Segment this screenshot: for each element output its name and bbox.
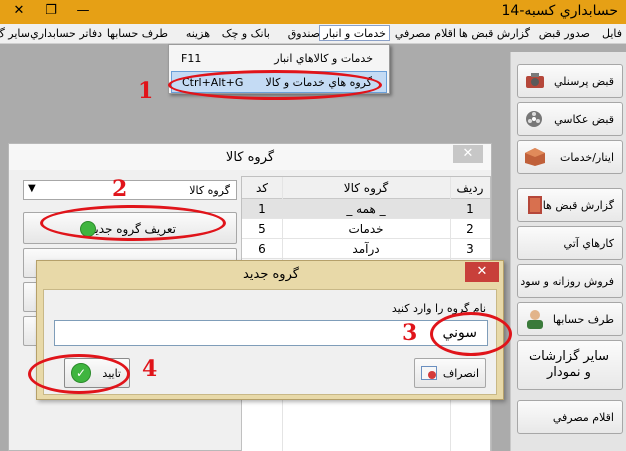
close-icon[interactable]: ✕ [453,145,483,163]
title-bar: حسابداري كسبه-14 ✕ ❐ — [0,0,626,24]
box-icon [525,148,545,166]
annotation-3: 3 [402,320,418,346]
user-icon [527,310,543,329]
header-name: گروه كالا [343,181,389,195]
btn-other-reports-charts[interactable]: ساير گزارشات و نمودار [517,340,623,390]
table-row[interactable]: خدمات [282,219,450,239]
maximize-icon[interactable]: ❐ [36,0,66,22]
close-icon[interactable]: ✕ [465,262,499,282]
table-row[interactable]: 1 [450,199,490,219]
annotation-ring-4 [28,354,130,394]
cancel-icon [421,366,437,380]
table-row[interactable]: 1 [242,199,282,219]
table-row[interactable]: 5 [242,219,282,239]
right-shortcut-panel: قبض پرسنلي قبض عكاسي اينار/خدمات گزارش ق… [510,52,626,451]
film-reel-icon [526,111,542,127]
cancel-button[interactable]: انصراف [414,358,486,388]
btn-future-tasks[interactable]: كارهاي آتي [517,226,623,260]
annotation-ring-2 [40,205,226,241]
menu-expense[interactable]: هزينه [186,26,210,42]
header-row: رديف [456,181,484,195]
camera-icon [526,73,544,88]
menu-other[interactable]: ساير گ [0,26,30,42]
book-icon [528,196,542,214]
menu-receipt-reports[interactable]: گزارش قبض ها [459,26,530,42]
menu-cashbox[interactable]: صندوق [288,26,320,42]
window-title: حسابداري كسبه-14 [501,3,618,19]
menu-file[interactable]: فايل [602,26,622,42]
dialog-title: گروه جديد [243,267,299,282]
btn-consumables[interactable]: اقلام مصرفي [517,400,623,434]
menu-bar: فايل صدور قبض گزارش قبض ها اقلام مصرفي خ… [0,24,626,44]
table-row[interactable]: 3 [450,239,490,259]
close-icon[interactable]: ✕ [4,0,34,22]
table-row[interactable]: 2 [450,219,490,239]
annotation-1: 1 [138,78,154,104]
btn-inventory-services[interactable]: اينار/خدمات [517,140,623,174]
annotation-2: 2 [112,176,128,202]
table-row[interactable]: 6 [242,239,282,259]
group-name-input[interactable] [54,320,488,346]
table-row[interactable]: _ همه _ [282,199,450,219]
btn-personnel-receipt[interactable]: قبض پرسنلي [517,64,623,98]
group-combo[interactable]: گروه كالا ▼ [23,180,237,200]
header-code: كد [255,181,268,195]
chevron-down-icon: ▼ [28,183,36,194]
menu-services-inventory[interactable]: خدمات و انبار [319,25,390,41]
annotation-ring-1 [168,70,382,100]
product-group-titlebar: گروه كالا ✕ [9,144,491,170]
menu-item-inventory-items[interactable]: خدمات و كالاهاي انبار F11 [171,48,387,70]
btn-daily-sales-profit[interactable]: فروش روزانه و سود [517,264,623,298]
annotation-ring-3 [430,312,512,356]
minimize-icon[interactable]: — [68,0,98,22]
btn-photo-receipt[interactable]: قبض عكاسي [517,102,623,136]
btn-accounts[interactable]: طرف حسابها [517,302,623,336]
menu-bank-cheque[interactable]: بانک و چک [222,26,270,42]
annotation-4: 4 [142,356,158,382]
product-group-title: گروه كالا [225,150,275,165]
menu-receipt[interactable]: صدور قبض [539,26,590,42]
menu-consumables[interactable]: اقلام مصرفي [395,26,456,42]
btn-receipt-reports[interactable]: گزارش قبض ها [517,188,623,222]
table-row[interactable]: درآمد [282,239,450,259]
menu-accounts[interactable]: طرف حسابها [107,26,168,42]
menu-ledgers[interactable]: دفاتر حسابداري [30,26,102,42]
